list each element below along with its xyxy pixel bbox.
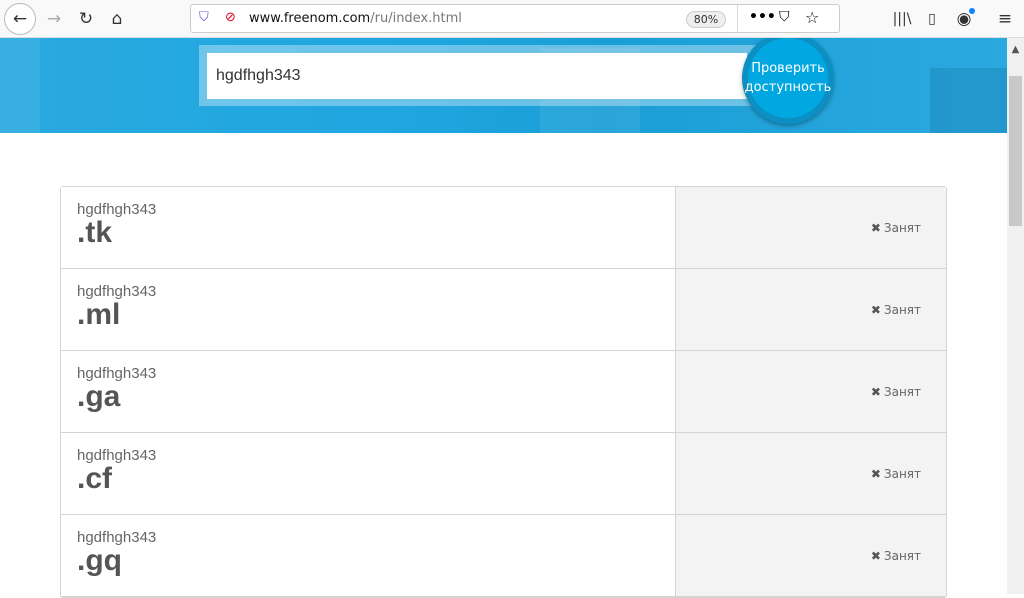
results-table: hgdfhgh343 .tk ✖ Занят hgdfhgh343 .ml ✖ … (60, 186, 947, 598)
domain-cell: hgdfhgh343 .gq (61, 515, 676, 596)
result-row: hgdfhgh343 .cf ✖ Занят (61, 433, 946, 515)
scrollbar-thumb[interactable] (1009, 76, 1022, 226)
close-icon: ✖ (870, 302, 881, 317)
close-icon: ✖ (870, 548, 881, 563)
close-icon: ✖ (870, 220, 881, 235)
domain-name: hgdfhgh343 (77, 365, 157, 382)
menu-icon[interactable]: ≡ (993, 6, 1017, 32)
search-banner: Проверить доступность (0, 38, 1007, 133)
pocket-icon[interactable]: ⛉ (779, 9, 790, 25)
library-icon[interactable]: |||\ (890, 6, 914, 32)
domain-cell: hgdfhgh343 .ml (61, 269, 676, 350)
zoom-level[interactable]: 80% (686, 11, 726, 28)
result-row: hgdfhgh343 .tk ✖ Занят (61, 187, 946, 269)
domain-name: hgdfhgh343 (77, 201, 157, 218)
status-cell: ✖ Занят (676, 515, 946, 596)
result-row: hgdfhgh343 .ga ✖ Занят (61, 351, 946, 433)
status-label: Занят (883, 548, 921, 563)
status-cell: ✖ Занят (676, 351, 946, 432)
domain-name: hgdfhgh343 (77, 529, 157, 546)
tracking-shield-icon[interactable]: ⛉ (199, 10, 209, 25)
domain-cell: hgdfhgh343 .tk (61, 187, 676, 268)
scrollbar[interactable]: ▲ (1007, 38, 1024, 594)
home-button[interactable]: ⌂ (105, 6, 129, 32)
url-host: www.freenom.com (249, 11, 371, 26)
insecure-lock-icon[interactable]: ⊘ (225, 10, 236, 25)
status-label: Занят (883, 302, 921, 317)
reload-button[interactable]: ↻ (74, 6, 98, 32)
domain-tld: .ml (77, 298, 121, 331)
domain-tld: .cf (77, 462, 113, 495)
domain-tld: .tk (77, 216, 113, 249)
domain-search-input[interactable] (207, 53, 747, 99)
browser-toolbar: ← → ↻ ⌂ ⛉ ⊘ www.freenom.com/ru/index.htm… (0, 0, 1024, 38)
status-cell: ✖ Занят (676, 433, 946, 514)
domain-tld: .ga (77, 380, 121, 413)
domain-cell: hgdfhgh343 .ga (61, 351, 676, 432)
status-cell: ✖ Занят (676, 187, 946, 268)
status-label: Занят (883, 384, 921, 399)
url-bar[interactable]: ⛉ ⊘ www.freenom.com/ru/index.html 80% ••… (190, 4, 840, 33)
status-cell: ✖ Занят (676, 269, 946, 350)
close-icon: ✖ (870, 466, 881, 481)
result-row: hgdfhgh343 .gq ✖ Занят (61, 515, 946, 597)
sidebar-icon[interactable]: ▯ (920, 6, 944, 32)
scroll-up-icon[interactable]: ▲ (1007, 44, 1024, 55)
check-availability-button[interactable]: Проверить доступность (742, 38, 834, 124)
domain-cell: hgdfhgh343 .cf (61, 433, 676, 514)
status-label: Занят (883, 466, 921, 481)
close-icon: ✖ (870, 384, 881, 399)
bookmark-star-icon[interactable]: ☆ (805, 8, 819, 27)
more-actions-icon[interactable]: ••• (749, 9, 776, 25)
domain-name: hgdfhgh343 (77, 447, 157, 464)
forward-button[interactable]: → (42, 6, 66, 32)
status-label: Занят (883, 220, 921, 235)
url-path: /ru/index.html (370, 11, 462, 26)
result-row: hgdfhgh343 .ml ✖ Занят (61, 269, 946, 351)
domain-tld: .gq (77, 544, 122, 577)
domain-name: hgdfhgh343 (77, 283, 157, 300)
back-button[interactable]: ← (4, 3, 36, 35)
notification-dot (969, 8, 975, 14)
